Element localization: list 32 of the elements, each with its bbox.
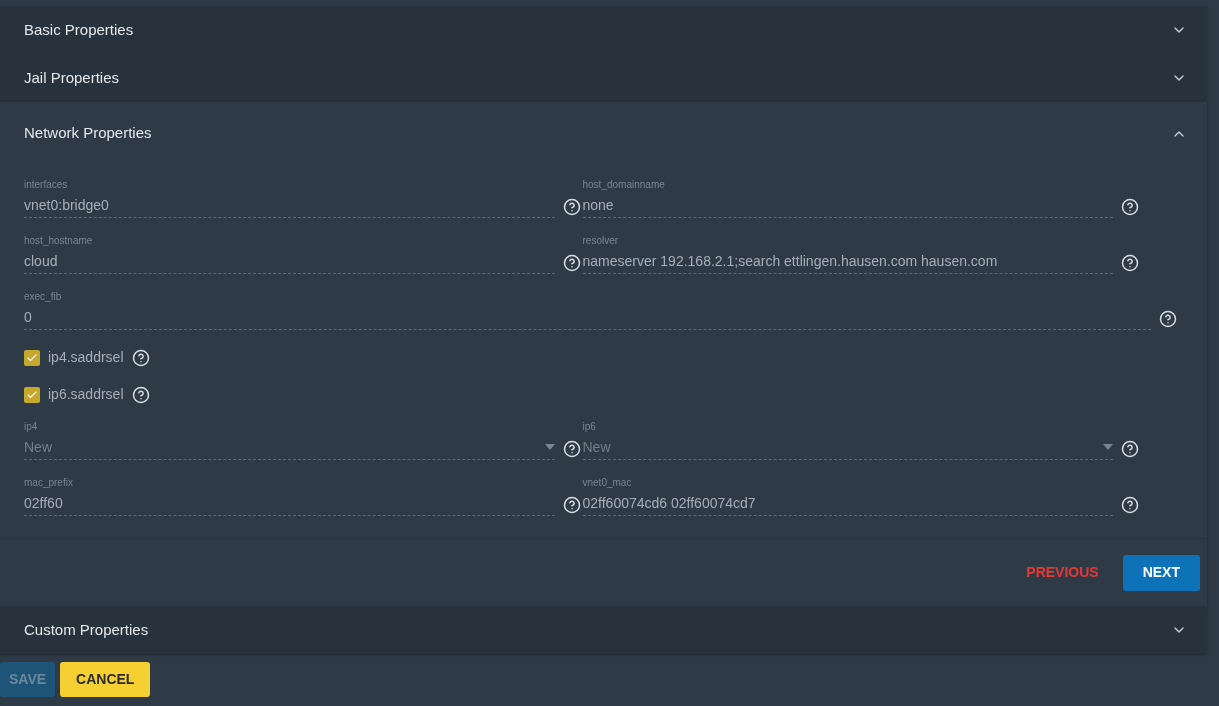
- checkbox[interactable]: [24, 349, 40, 366]
- help-icon[interactable]: [562, 496, 581, 514]
- section-header[interactable]: Network Properties: [0, 102, 1207, 165]
- previous-button[interactable]: PREVIOUS: [1026, 554, 1099, 591]
- input-field[interactable]: interfaces vnet0:bridge0: [24, 178, 555, 218]
- help-icon[interactable]: [1121, 198, 1139, 216]
- input-field[interactable]: resolver nameserver 192.168.2.1;search ettlingen.hausen.com hausen.com: [582, 234, 1113, 274]
- help-icon[interactable]: [1121, 254, 1139, 272]
- help-icon[interactable]: [131, 385, 150, 404]
- help-icon[interactable]: [562, 198, 581, 216]
- input-field[interactable]: mac_prefix 02ff60: [24, 476, 555, 516]
- section-panel: Network Properties interfaces vnet0:bridge0 host_domainname none host_hostname cloud resolver nameserver 192.168.2.1;search ettlingen.hausen.com hausen.com exec_fib 0 ip4.saddrsel ip6.saddrsel ip4 New ip6 New mac_prefix 02ff60 vnet0_mac 02ff60074cd6 02ff60074cd7 PREVIOUS NEXT: [0, 102, 1207, 606]
- input-field[interactable]: host_domainname none: [582, 178, 1113, 218]
- help-icon[interactable]: [131, 348, 150, 367]
- select-field[interactable]: ip4 New: [24, 420, 555, 460]
- dropdown-caret-icon: [1103, 444, 1113, 450]
- input-field[interactable]: exec_fib 0: [24, 290, 1151, 330]
- section-header[interactable]: Basic Properties: [0, 6, 1207, 54]
- input-field[interactable]: vnet0_mac 02ff60074cd6 02ff60074cd7: [582, 476, 1113, 516]
- section-header[interactable]: Jail Properties: [0, 54, 1207, 102]
- input-field[interactable]: host_hostname cloud: [24, 234, 555, 274]
- section-header[interactable]: Custom Properties: [0, 606, 1207, 654]
- help-icon[interactable]: [562, 254, 581, 272]
- help-icon[interactable]: [1159, 310, 1177, 328]
- help-icon[interactable]: [562, 440, 581, 458]
- help-icon[interactable]: [1121, 440, 1139, 458]
- help-icon[interactable]: [1121, 496, 1139, 514]
- select-field[interactable]: ip6 New: [582, 420, 1113, 460]
- next-button[interactable]: NEXT: [1122, 554, 1200, 591]
- checkbox[interactable]: [24, 386, 40, 403]
- cancel-button[interactable]: CANCEL: [60, 662, 151, 697]
- dropdown-caret-icon: [544, 444, 555, 450]
